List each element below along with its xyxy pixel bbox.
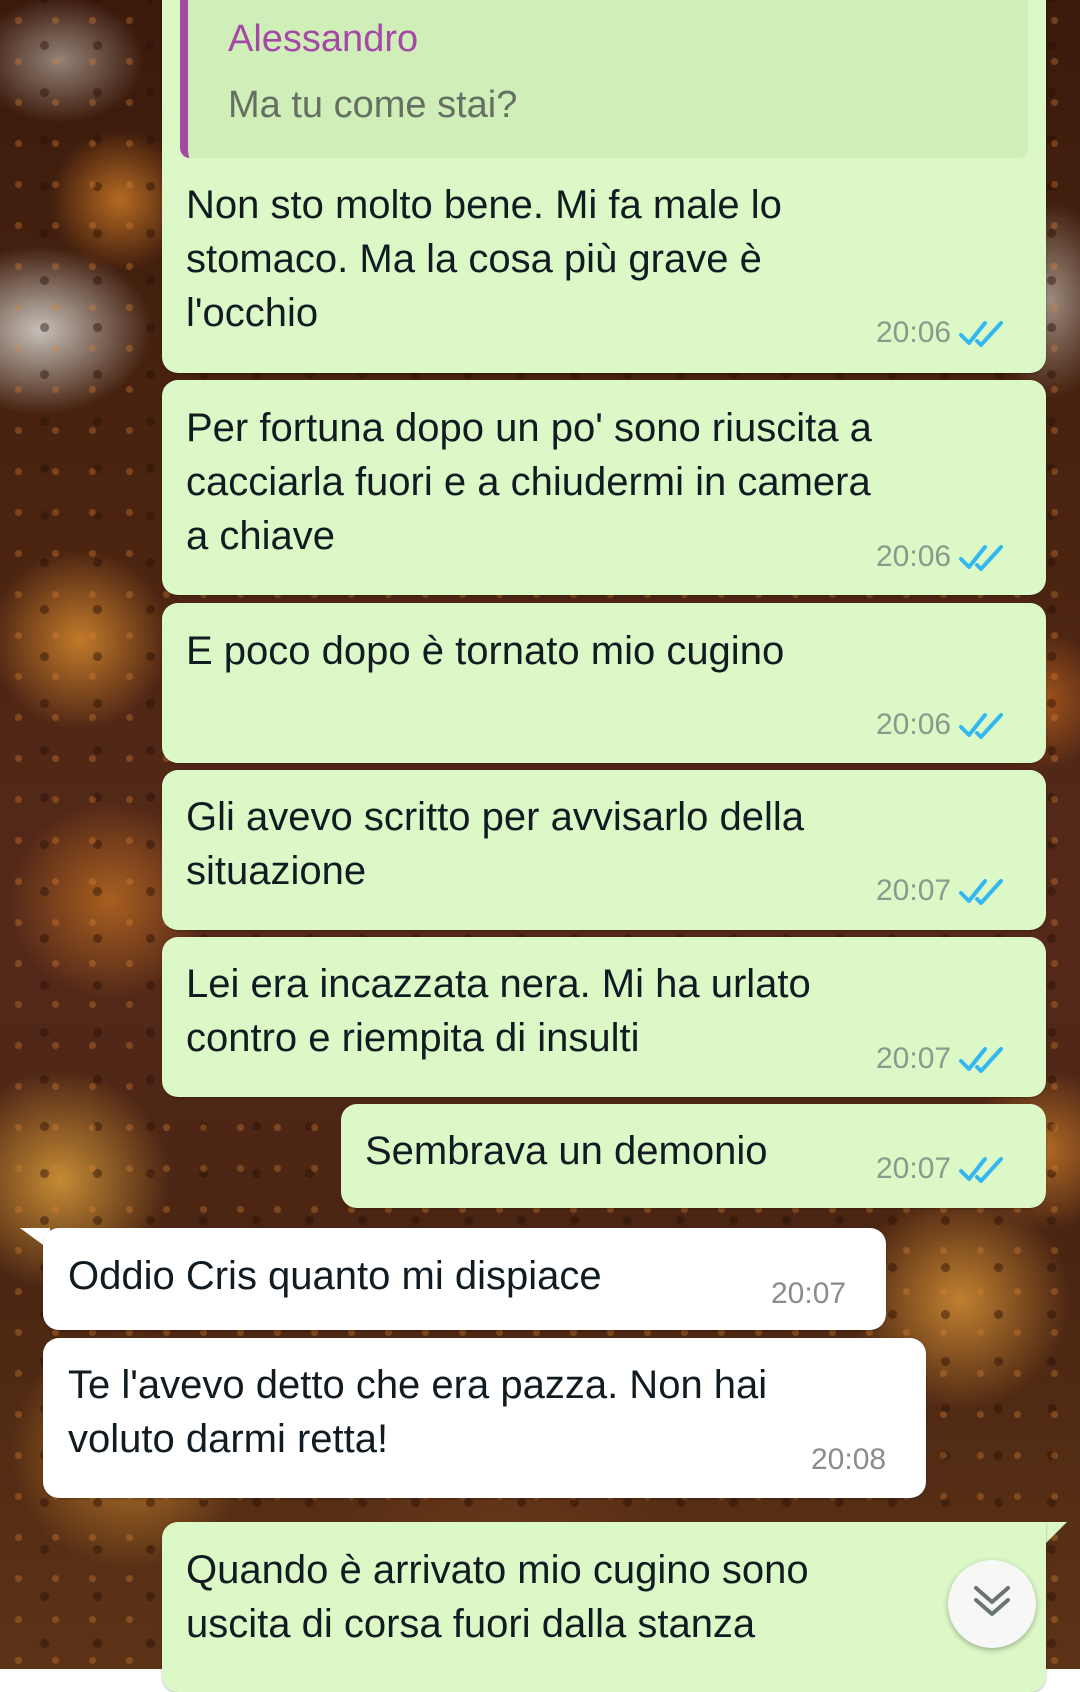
message-meta: 20:06 (876, 708, 1005, 742)
double-check-icon (959, 1045, 1005, 1073)
message-time: 20:07 (876, 1042, 952, 1075)
message-time: 20:07 (876, 874, 952, 907)
double-check-icon (959, 543, 1005, 571)
quoted-author: Alessandro (228, 18, 419, 60)
quoted-message[interactable]: Alessandro Ma tu come stai? (180, 0, 1028, 158)
message-text: Oddio Cris quanto mi dispiace (68, 1254, 602, 1298)
scroll-to-bottom-button[interactable] (948, 1560, 1036, 1648)
bubble-tail (1045, 1522, 1067, 1544)
message-meta: 20:06 (876, 316, 1005, 350)
message-text: Sembrava un demonio (365, 1129, 768, 1173)
message-meta: 20:06 (876, 540, 1005, 574)
message-text: E poco dopo è tornato mio cugino (186, 629, 785, 673)
message-text: Non sto molto bene. Mi fa male lo stomac… (186, 183, 782, 335)
message-text: Lei era incazzata nera. Mi ha urlato con… (186, 962, 811, 1060)
message-text: Per fortuna dopo un po' sono riuscita a … (186, 406, 872, 558)
quoted-text: Ma tu come stai? (228, 84, 518, 126)
message-meta: 20:07 (876, 874, 1005, 908)
double-check-icon (959, 1155, 1005, 1183)
double-check-icon (959, 319, 1005, 347)
message-time: 20:06 (876, 540, 952, 573)
message-meta: 20:08 (811, 1443, 886, 1477)
message-text: Quando è arrivato mio cugino sono uscita… (186, 1548, 809, 1646)
double-check-icon (959, 711, 1005, 739)
message-time: 20:07 (876, 1152, 952, 1185)
message-meta: 20:07 (876, 1152, 1005, 1186)
message-text: Gli avevo scritto per avvisarlo della si… (186, 795, 805, 893)
message-meta: 20:07 (771, 1277, 846, 1311)
message-meta: 20:07 (876, 1042, 1005, 1076)
double-check-icon (959, 877, 1005, 905)
message-time: 20:07 (771, 1277, 847, 1310)
message-time: 20:06 (876, 316, 952, 349)
message-time: 20:08 (811, 1443, 887, 1476)
double-chevron-down-icon (970, 1582, 1014, 1627)
message-time: 20:06 (876, 708, 952, 741)
message-text: Te l'avevo detto che era pazza. Non hai … (68, 1363, 768, 1461)
